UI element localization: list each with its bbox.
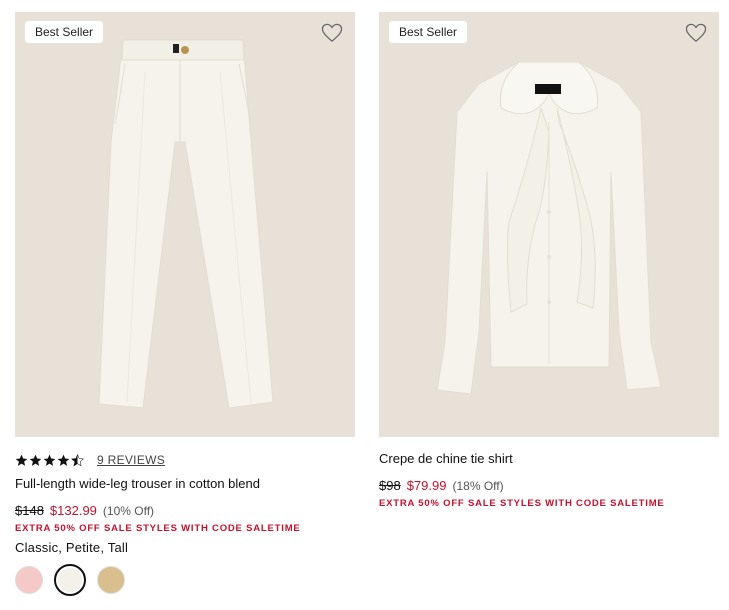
product-card-trouser[interactable]: Best Seller 9 REVIEWS Full-length wide-l…	[15, 12, 355, 596]
half-star-icon	[71, 453, 84, 466]
star-icon	[43, 454, 56, 466]
star-icon	[57, 454, 70, 466]
price-row: $148 $132.99 (10% Off)	[15, 503, 355, 518]
star-rating	[15, 453, 84, 467]
swatch-pink[interactable]	[15, 566, 43, 594]
fit-options: Classic, Petite, Tall	[15, 540, 129, 555]
star-icon	[15, 454, 28, 466]
swatch-tan[interactable]	[97, 566, 125, 594]
price-row: $98 $79.99 (18% Off)	[379, 478, 719, 493]
rating-row: 9 REVIEWS	[15, 450, 355, 470]
original-price: $148	[15, 503, 44, 518]
star-icon	[29, 454, 42, 466]
swatch-ivory[interactable]	[54, 564, 86, 596]
product-image-shirt[interactable]: Best Seller	[379, 12, 719, 437]
sale-price: $132.99	[49, 503, 97, 518]
discount-label: (10% Off)	[102, 504, 155, 518]
discount-label: (18% Off)	[452, 479, 504, 493]
product-card-shirt[interactable]: Best Seller Crepe de chine tie shirt $98…	[379, 12, 719, 515]
promo-text: EXTRA 50% OFF SALE STYLES WITH CODE SALE…	[15, 523, 301, 534]
original-price: $98	[379, 478, 401, 493]
product-name[interactable]: Full-length wide-leg trouser in cotton b…	[15, 475, 355, 493]
product-name[interactable]: Crepe de chine tie shirt	[379, 450, 719, 468]
shirt-illustration	[436, 61, 662, 395]
product-image-trouser[interactable]: Best Seller	[15, 12, 355, 437]
best-seller-badge: Best Seller	[25, 21, 104, 43]
trouser-illustration	[98, 39, 274, 409]
best-seller-badge: Best Seller	[389, 21, 468, 43]
promo-text: EXTRA 50% OFF SALE STYLES WITH CODE SALE…	[379, 498, 665, 509]
reviews-link[interactable]: 9 REVIEWS	[97, 453, 165, 467]
sale-price: $79.99	[406, 478, 447, 493]
heart-icon[interactable]	[685, 23, 707, 43]
color-swatches	[15, 564, 355, 596]
heart-icon[interactable]	[321, 23, 343, 43]
